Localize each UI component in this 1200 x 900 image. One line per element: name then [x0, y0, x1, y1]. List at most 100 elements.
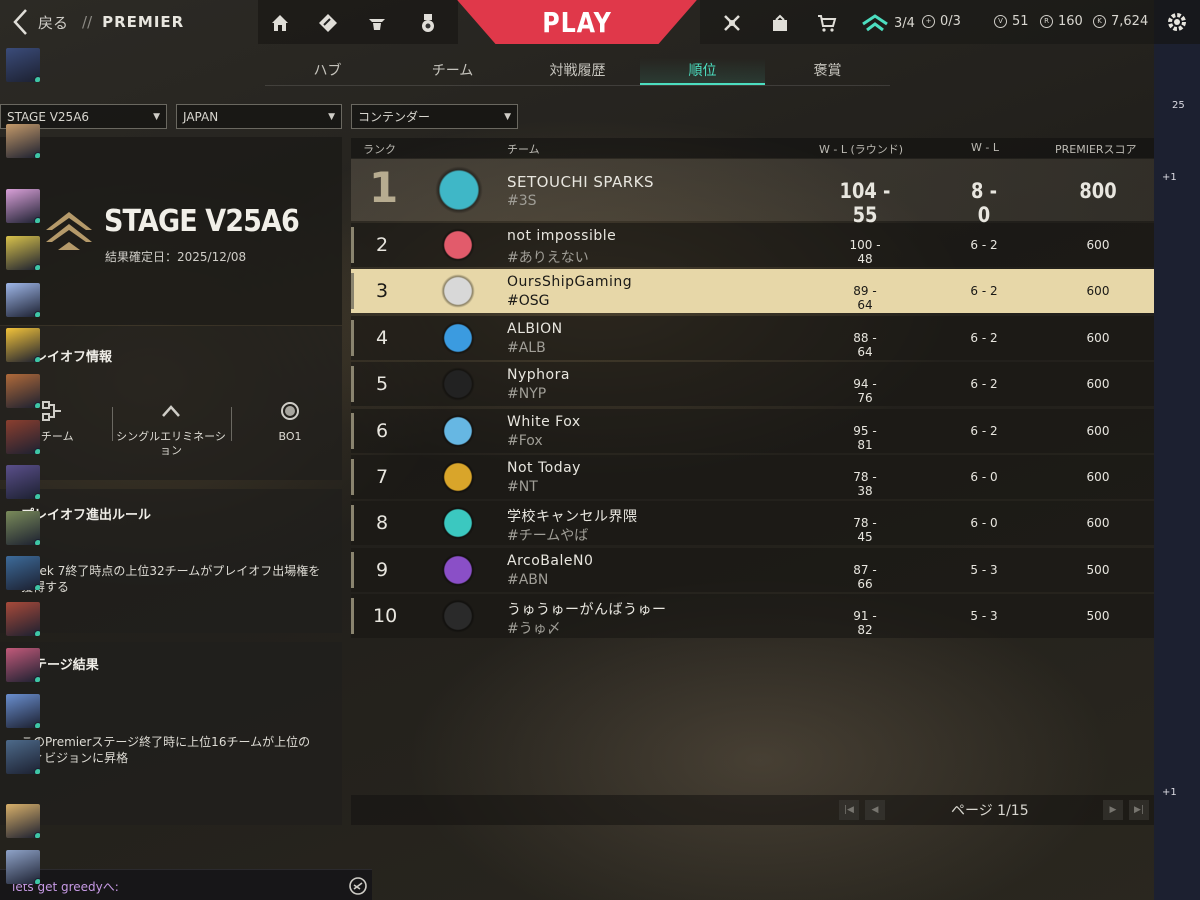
table-row[interactable]: 9 ArcoBaleN0 #ABN 87 - 66 5 - 3 500	[351, 548, 1154, 592]
back-button[interactable]: 戻る // PREMIER	[12, 8, 184, 36]
tab-standings[interactable]: 順位	[640, 58, 765, 85]
agents-icon[interactable]	[365, 11, 389, 35]
table-row[interactable]: 7 Not Today #NT 78 - 38 6 - 0 600	[351, 455, 1154, 499]
home-icon[interactable]	[268, 11, 292, 35]
friend-avatar[interactable]	[6, 804, 40, 838]
team-emblem-icon	[441, 506, 475, 540]
play-button[interactable]: PLAY	[457, 0, 697, 44]
team-rank: 2	[375, 234, 389, 256]
tab-team[interactable]: チーム	[390, 58, 515, 85]
team-tag: #ALB	[507, 340, 546, 356]
friend-avatar[interactable]	[6, 124, 40, 158]
friend-avatar[interactable]	[6, 648, 40, 682]
online-status-dot	[34, 878, 40, 884]
top-bar: 戻る // PREMIER PLAY 3/4 + 0/3 V 51 R 160	[0, 0, 1154, 46]
table-row[interactable]: 5 Nyphora #NYP 94 - 76 6 - 2 600	[351, 362, 1154, 406]
premier-score: 600	[1086, 470, 1110, 484]
friend-avatar[interactable]	[6, 556, 40, 590]
table-row[interactable]: 4 ALBION #ALB 88 - 64 6 - 2 600	[351, 316, 1154, 360]
plus-icon: +	[922, 15, 935, 28]
stage-dropdown-value: STAGE V25A6	[7, 109, 90, 124]
next-page-button[interactable]: ▶	[1103, 800, 1123, 820]
back-label: 戻る	[38, 13, 69, 32]
chat-channel-icon[interactable]	[348, 876, 368, 896]
team-emblem-icon	[441, 599, 475, 633]
online-status-dot	[34, 311, 40, 317]
premier-score: 600	[1086, 284, 1110, 298]
online-status-dot	[34, 768, 40, 774]
offers-icon[interactable]	[768, 11, 792, 35]
kingdom-credits[interactable]: K 7,624	[1093, 14, 1148, 29]
col-rank: ランク	[363, 143, 396, 156]
table-row[interactable]: 10 うゅうゅーがんばうゅー #うゅ〆 91 - 82 5 - 3 500	[351, 594, 1154, 638]
friend-avatar[interactable]	[6, 374, 40, 408]
team-name: not impossible	[507, 228, 617, 244]
region-dropdown[interactable]: JAPAN ▼	[176, 104, 342, 129]
table-row[interactable]: 8 学校キャンセル界隈 #チームやば 78 - 45 6 - 0 600	[351, 501, 1154, 545]
friend-avatar[interactable]	[6, 189, 40, 223]
round-record: 104 - 55	[839, 179, 891, 227]
team-name: White Fox	[507, 414, 581, 430]
team-emblem-icon	[441, 460, 475, 494]
team-tag: #OSG	[507, 293, 550, 309]
prev-page-button[interactable]: ◀	[865, 800, 885, 820]
online-status-dot	[34, 402, 40, 408]
extra-count: 0/3	[940, 14, 961, 29]
friend-avatar[interactable]	[6, 694, 40, 728]
friend-avatar[interactable]	[6, 48, 40, 82]
friend-avatar[interactable]	[6, 602, 40, 636]
career-icon[interactable]	[416, 11, 440, 35]
table-row[interactable]: 2 not impossible #ありえない 100 - 48 6 - 2 600	[351, 223, 1154, 267]
team-name: Nyphora	[507, 367, 570, 383]
radianite-currency[interactable]: R 160	[1040, 14, 1083, 29]
first-page-button[interactable]: |◀	[839, 800, 859, 820]
team-rank: 6	[375, 420, 389, 442]
tab-hub[interactable]: ハブ	[265, 58, 390, 85]
friend-avatar[interactable]	[6, 283, 40, 317]
divider	[112, 407, 113, 441]
division-dropdown[interactable]: コンテンダー ▼	[351, 104, 518, 129]
online-status-dot	[34, 152, 40, 158]
vp-icon: V	[994, 15, 1007, 28]
premier-matches: 3/4	[861, 14, 915, 32]
friend-avatar[interactable]	[6, 328, 40, 362]
team-rank: 1	[369, 163, 399, 212]
round-record: 100 - 48	[849, 238, 881, 266]
col-premier-score: PREMIERスコア	[1055, 143, 1137, 156]
premier-matches-count: 3/4	[894, 15, 915, 31]
settings-button[interactable]	[1154, 0, 1200, 44]
premier-icon	[862, 14, 888, 32]
store-icon[interactable]	[815, 11, 839, 35]
match-record: 5 - 3	[970, 609, 998, 623]
elimination-icon	[162, 405, 180, 417]
team-name: ArcoBaleN0	[507, 553, 594, 569]
tab-match-history[interactable]: 対戦履歴	[515, 58, 640, 85]
friend-avatar[interactable]	[6, 420, 40, 454]
friend-avatar[interactable]	[6, 850, 40, 884]
last-page-button[interactable]: ▶|	[1129, 800, 1149, 820]
premier-score: 500	[1086, 563, 1110, 577]
tab-rewards[interactable]: 褒賞	[765, 58, 890, 85]
online-status-dot	[34, 217, 40, 223]
kingdom-credits-amount: 7,624	[1111, 14, 1149, 29]
friend-avatar[interactable]	[6, 236, 40, 270]
team-emblem-icon	[435, 166, 483, 214]
friend-avatar[interactable]	[6, 511, 40, 545]
online-status-dot	[34, 539, 40, 545]
round-record: 88 - 64	[853, 331, 877, 359]
premier-score: 600	[1086, 516, 1110, 530]
friend-avatar[interactable]	[6, 465, 40, 499]
table-row[interactable]: 6 White Fox #Fox 95 - 81 6 - 2 600	[351, 409, 1154, 453]
battlepass-icon[interactable]	[720, 11, 744, 35]
friend-avatar[interactable]	[6, 740, 40, 774]
division-dropdown-value: コンテンダー	[358, 110, 431, 124]
team-emblem-icon	[441, 321, 475, 355]
chat-bar[interactable]: lets get greedyへ:	[0, 869, 372, 900]
table-row[interactable]: 3 OursShipGaming #OSG 89 - 64 6 - 2 600	[351, 269, 1154, 313]
team-rank: 10	[373, 605, 398, 627]
collection-icon[interactable]	[316, 11, 340, 35]
vp-currency[interactable]: V 51	[994, 14, 1029, 29]
table-row[interactable]: 1 SETOUCHI SPARKS #3S 104 - 55 8 - 0 800	[351, 159, 1154, 227]
radianite-icon: R	[1040, 15, 1053, 28]
team-emblem-icon	[441, 274, 475, 308]
